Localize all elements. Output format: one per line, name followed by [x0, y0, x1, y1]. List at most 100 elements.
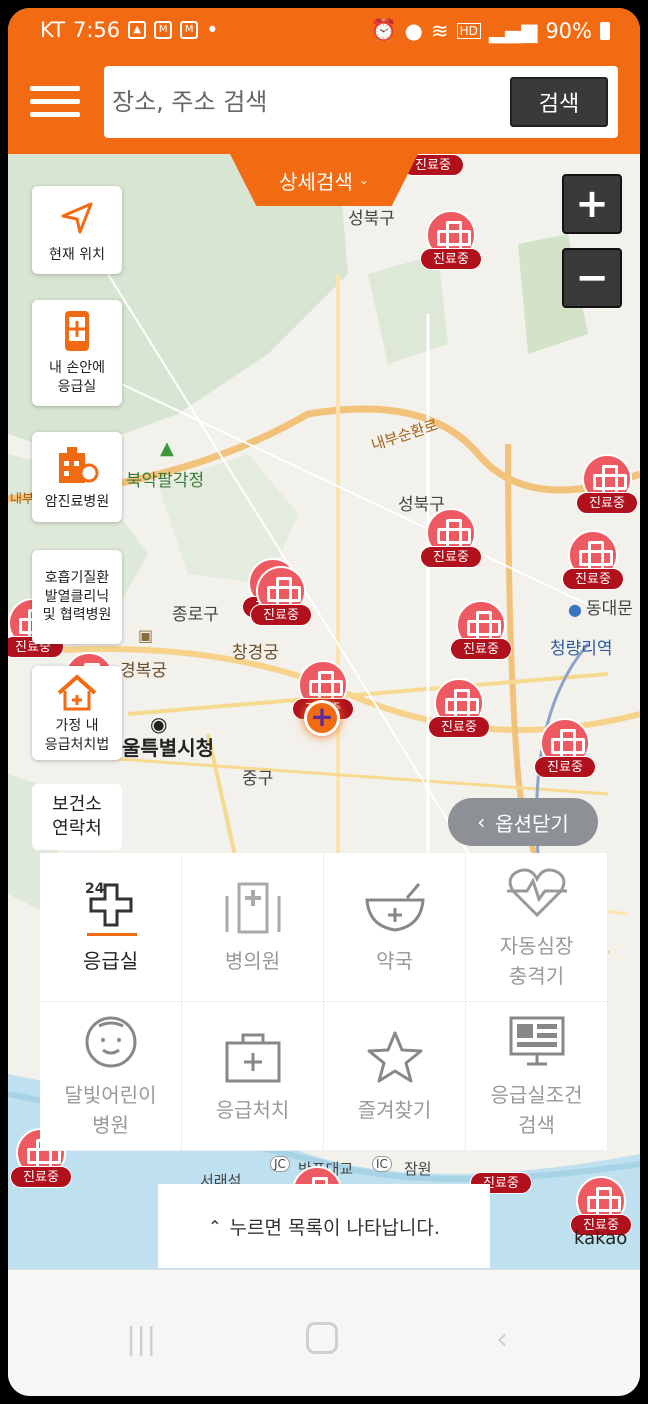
- health-center-button[interactable]: 보건소 연락처: [32, 784, 122, 850]
- search-button[interactable]: 검색: [510, 77, 608, 127]
- navigation-arrow-icon: [55, 196, 99, 240]
- home-icon[interactable]: [306, 1322, 338, 1354]
- place-label: 잠원: [404, 1160, 432, 1178]
- respiratory-clinic-button[interactable]: 호흡기질환 발열클리닉 및 협력병원: [32, 550, 122, 644]
- marker-status: 진료중: [420, 248, 482, 270]
- star-icon: [363, 1027, 427, 1087]
- m-badge-icon: M: [180, 21, 199, 39]
- category-label: 응급실: [82, 949, 139, 973]
- place-label: 동대문: [586, 599, 633, 619]
- pharmacy-bowl-icon: [363, 878, 427, 938]
- carrier-label: KT: [40, 18, 65, 42]
- system-nav-bar: ||| ‹: [8, 1269, 640, 1396]
- place-label: 성북구: [348, 209, 395, 229]
- category-hospital[interactable]: 병의원: [182, 853, 324, 1002]
- search-box: 검색: [104, 66, 618, 138]
- detail-search-label: 상세검색: [279, 169, 353, 194]
- marker-status: 진료중: [562, 568, 624, 590]
- zoom-out-button[interactable]: −: [562, 248, 622, 308]
- category-grid: 24 응급실 병의원 약국 자동심장 충격기 달빛어린이 병원 응급처치 즐겨찾…: [40, 853, 608, 1151]
- current-location-button[interactable]: 현재 위치: [32, 186, 122, 274]
- marker-status: 진료중: [576, 492, 638, 514]
- category-label: 달빛어린이 병원: [64, 1083, 157, 1137]
- phone-emergency-icon: [55, 309, 99, 353]
- category-label: 병의원: [224, 949, 281, 973]
- house-plus-icon: [55, 671, 99, 715]
- recent-apps-icon[interactable]: |||: [126, 1322, 156, 1357]
- category-emergency-room[interactable]: 24 응급실: [40, 853, 182, 1002]
- side-button-label: 암진료병원: [44, 493, 110, 510]
- location-icon: ●: [404, 18, 423, 43]
- side-button-label: 가정 내 응급처치법: [44, 718, 110, 753]
- place-label: 중구: [242, 769, 274, 789]
- category-er-condition-search[interactable]: 응급실조건 검색: [466, 1002, 608, 1151]
- battery-icon: [600, 21, 610, 40]
- hospital-icon: [221, 878, 285, 938]
- chevron-left-icon: ‹: [477, 810, 486, 834]
- detail-search-tab[interactable]: 상세검색 ⌄: [230, 154, 418, 206]
- heart-pulse-icon: [505, 863, 569, 923]
- place-label: 북악팔각정: [126, 471, 205, 491]
- zoom-in-button[interactable]: +: [562, 174, 622, 234]
- hospital-marker[interactable]: 진료중: [428, 678, 490, 744]
- category-label: 응급실조건 검색: [490, 1083, 583, 1137]
- first-aid-kit-icon: [221, 1027, 285, 1087]
- category-first-aid[interactable]: 응급처치: [182, 1002, 324, 1151]
- place-label: 종로구: [172, 605, 219, 625]
- chevron-up-icon: ⌃: [208, 1216, 222, 1236]
- status-bar: KT 7:56 ▲ M M • ⏰ ● ≋ HD ▂▄▆ 90%: [8, 8, 640, 54]
- kakao-logo: kakao: [574, 1228, 628, 1249]
- home-first-aid-button[interactable]: 가정 내 응급처치법: [32, 666, 122, 760]
- options-close-label: 옵션닫기: [495, 811, 569, 836]
- dot-icon: •: [206, 18, 219, 42]
- side-button-label: 보건소 연락처: [52, 793, 102, 839]
- search-input[interactable]: [112, 82, 492, 122]
- wifi-icon: ≋: [430, 18, 449, 43]
- alarm-icon: ⏰: [370, 18, 397, 42]
- category-night-children-hospital[interactable]: 달빛어린이 병원: [40, 1002, 182, 1151]
- hospital-building-icon: [55, 443, 99, 487]
- category-aed[interactable]: 자동심장 충격기: [466, 853, 608, 1002]
- category-label: 약국: [376, 949, 413, 973]
- back-icon[interactable]: ‹: [496, 1322, 508, 1357]
- marker-status: 진료중: [428, 716, 490, 738]
- category-label: 자동심장 충격기: [499, 934, 574, 988]
- marker-status: 진료중: [420, 546, 482, 568]
- hospital-marker[interactable]: 진료중: [576, 454, 638, 520]
- side-button-label: 호흡기질환 발열클리닉 및 협력병원: [42, 569, 112, 624]
- category-favorites[interactable]: 즐겨찾기: [324, 1002, 466, 1151]
- options-close-button[interactable]: ‹ 옵션닫기: [448, 798, 598, 846]
- image-icon: ▲: [128, 21, 147, 39]
- marker-status: 진료중: [10, 1166, 72, 1188]
- hospital-marker[interactable]: 진료중: [250, 566, 312, 632]
- place-label: 내부: [10, 492, 34, 507]
- hospital-marker[interactable]: 진료중: [420, 508, 482, 574]
- signal-icon: ▂▄▆: [488, 18, 538, 43]
- current-position-icon: +: [304, 700, 340, 736]
- svg-text:24: 24: [85, 881, 105, 897]
- app-header: 검색: [8, 54, 640, 154]
- list-hint-label: 누르면 목록이 나타납니다.: [229, 1216, 440, 1239]
- emergency-in-hand-button[interactable]: 내 손안에 응급실: [32, 300, 122, 406]
- hospital-marker[interactable]: 진료중: [450, 600, 512, 666]
- emergency-room-24-icon: 24: [79, 878, 143, 938]
- mountain-icon: ▲: [160, 438, 174, 459]
- place-label: 창경궁: [232, 643, 279, 663]
- list-toggle-bar[interactable]: ⌃ 누르면 목록이 나타납니다.: [158, 1184, 490, 1268]
- phone-screen: KT 7:56 ▲ M M • ⏰ ● ≋ HD ▂▄▆ 90% 검색: [8, 8, 640, 1396]
- place-label: 울특별시청: [122, 736, 214, 760]
- place-label: 청량리역: [550, 639, 613, 659]
- hospital-marker[interactable]: 진료중: [562, 530, 624, 596]
- category-label: 즐겨찾기: [357, 1098, 432, 1122]
- marker-status: 진료중: [534, 756, 596, 778]
- menu-icon[interactable]: [30, 86, 80, 122]
- palace-icon: ▣: [138, 626, 154, 645]
- category-label: 응급처치: [215, 1098, 290, 1122]
- hd-icon: HD: [456, 22, 481, 39]
- category-pharmacy[interactable]: 약국: [324, 853, 466, 1002]
- battery-percentage: 90%: [545, 18, 592, 43]
- ic-icon: IC: [372, 1156, 392, 1172]
- cancer-hospital-button[interactable]: 암진료병원: [32, 432, 122, 522]
- marker-status: 진료중: [250, 604, 312, 626]
- hospital-marker[interactable]: 진료중: [534, 718, 596, 784]
